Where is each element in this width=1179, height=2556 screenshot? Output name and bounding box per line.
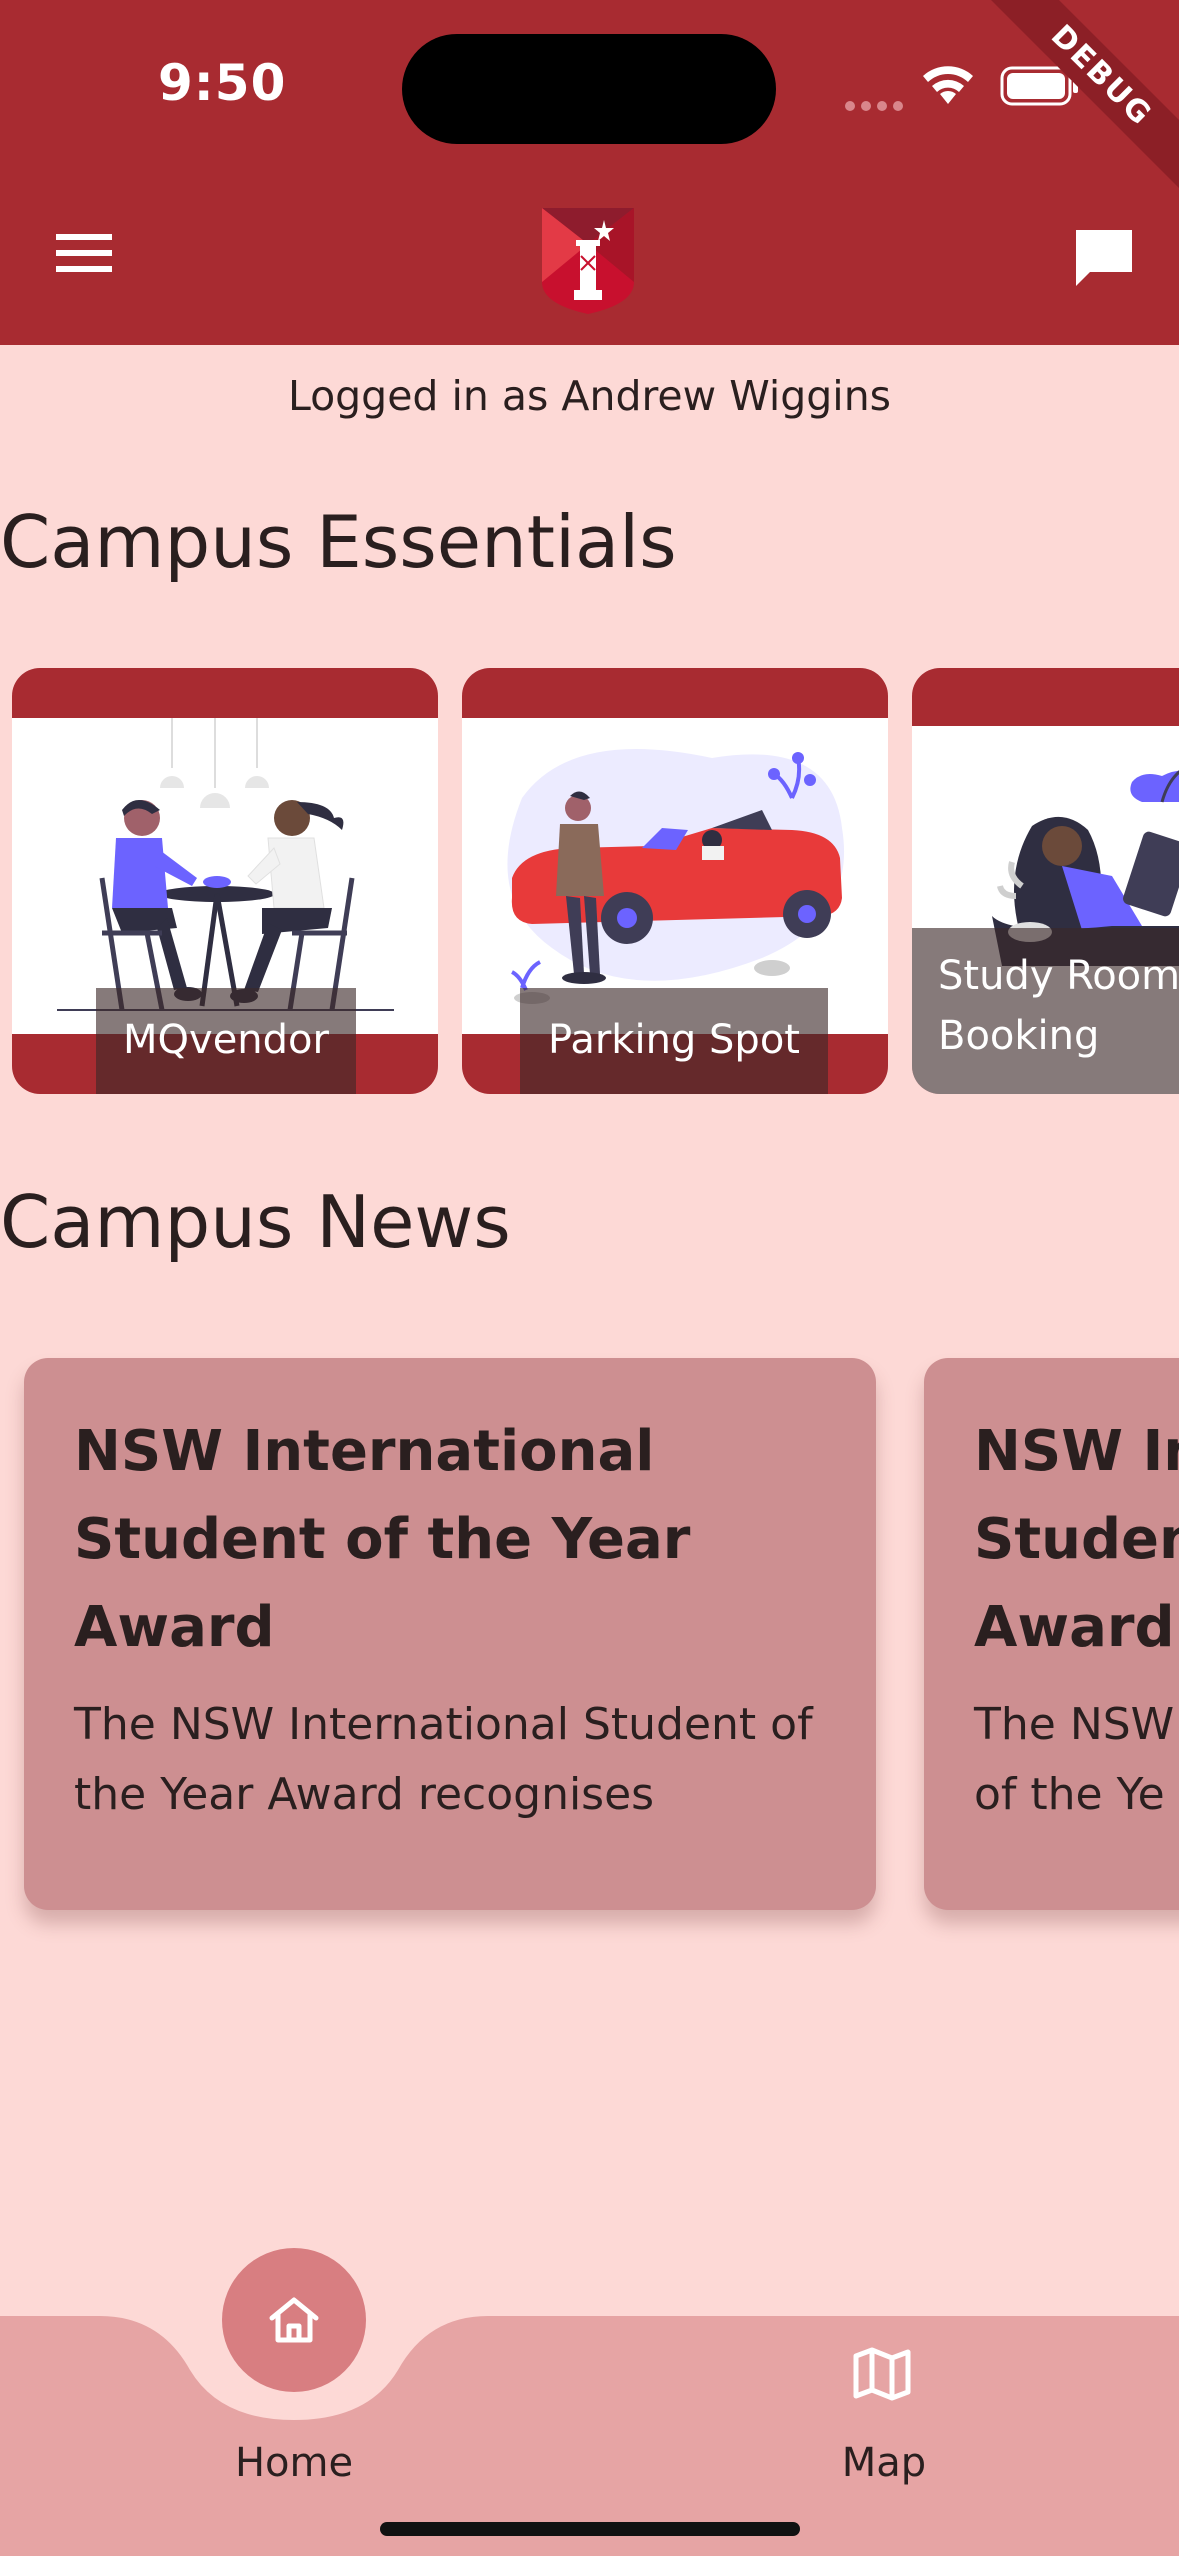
card-label: MQvendor xyxy=(96,988,356,1094)
card-label-line: Booking xyxy=(938,1013,1100,1059)
status-time: 9:50 xyxy=(158,54,287,112)
nav-label-home[interactable]: Home xyxy=(174,2440,414,2486)
news-body-line: The NSW xyxy=(974,1699,1175,1750)
news-card[interactable]: NSW International Student of the Year Aw… xyxy=(24,1358,876,1910)
card-study-room-booking[interactable]: Study Room Booking xyxy=(912,668,1179,1094)
university-crest-icon xyxy=(542,208,634,314)
dynamic-island xyxy=(402,34,776,144)
dining-illustration xyxy=(12,718,438,1034)
news-title-line: NSW In xyxy=(974,1419,1179,1484)
map-icon xyxy=(853,2347,911,2401)
wifi-icon xyxy=(923,66,973,104)
card-mqvendor[interactable]: MQvendor xyxy=(12,668,438,1094)
cellular-signal-icon xyxy=(845,96,909,115)
news-title-line: Award xyxy=(974,1595,1175,1660)
home-indicator xyxy=(380,2522,800,2536)
news-body: The NSW International Student of the Yea… xyxy=(74,1699,813,1820)
car-parking-illustration xyxy=(462,718,888,1034)
nav-label-map[interactable]: Map xyxy=(764,2440,1004,2486)
hamburger-menu-icon[interactable] xyxy=(44,224,124,300)
logged-in-text: Logged in as Andrew Wiggins xyxy=(287,372,892,420)
news-title-line: Studen xyxy=(974,1507,1179,1572)
app-bar: 9:50 DEBUG xyxy=(0,0,1179,345)
campus-essentials-title: Campus Essentials xyxy=(0,500,677,584)
bottom-nav-bar xyxy=(0,2316,1179,2556)
map-nav-button[interactable] xyxy=(852,2344,916,2408)
card-label: Study Room Booking xyxy=(912,928,1179,1094)
news-body-line: of the Ye xyxy=(974,1769,1165,1820)
card-label-line: Study Room xyxy=(938,953,1179,999)
news-card[interactable]: NSW In Studen Award The NSW of the Ye xyxy=(924,1358,1179,1910)
card-label: Parking Spot xyxy=(520,988,828,1094)
news-title: NSW International Student of the Year Aw… xyxy=(74,1419,691,1660)
home-icon xyxy=(269,2297,319,2343)
card-parking-spot[interactable]: Parking Spot xyxy=(462,668,888,1094)
campus-news-title: Campus News xyxy=(0,1180,511,1264)
news-title: NSW In Studen Award xyxy=(974,1408,1179,1672)
home-nav-button[interactable] xyxy=(222,2248,366,2392)
debug-banner: DEBUG xyxy=(963,0,1179,214)
chat-bubble-icon[interactable] xyxy=(1072,226,1136,288)
news-body: The NSW of the Ye xyxy=(974,1690,1179,1830)
